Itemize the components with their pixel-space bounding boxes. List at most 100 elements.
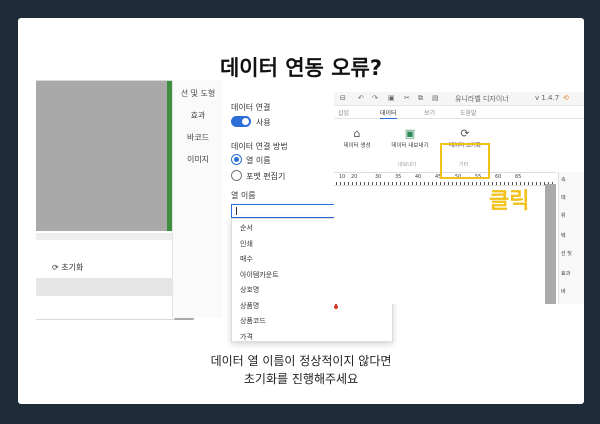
ruler-tick: [484, 182, 485, 185]
create-data-label: 데이터 생성: [343, 143, 371, 149]
undo-icon[interactable]: ↶: [358, 94, 364, 102]
ruler-tick: [428, 182, 429, 185]
ruler-tick-label: 40: [415, 174, 422, 180]
side-label-barcode[interactable]: 바: [561, 288, 566, 295]
save-icon[interactable]: ▣: [388, 94, 395, 102]
ruler-tick: [464, 182, 465, 185]
ruler-tick: [424, 182, 425, 185]
ruler-tick: [540, 182, 541, 185]
tutorial-card: 데이터 연동 오류? 닫기 ⟳ 초기화 선 및 도형 효과 바코드 이미지 데이…: [18, 18, 584, 404]
ruler-tick: [352, 182, 353, 185]
ruler-tick: [536, 182, 537, 185]
tab-shape[interactable]: 선 및 도형: [173, 88, 223, 99]
ruler-tick: [396, 182, 397, 185]
side-label-shape[interactable]: 선 및: [561, 250, 572, 257]
update-icon[interactable]: ⟲: [563, 94, 569, 102]
radio-column-name[interactable]: [231, 154, 242, 165]
page-title: 데이터 연동 오류?: [219, 56, 383, 80]
option-price[interactable]: 가격: [232, 330, 392, 346]
tab-image[interactable]: 이미지: [173, 154, 223, 165]
ruler-tick: [460, 182, 461, 185]
radio-format-editor-label: 포맷 편집기: [246, 172, 286, 181]
cut-icon[interactable]: ✂: [404, 94, 410, 102]
ruler-tick: [468, 182, 469, 185]
ruler-tick: [476, 182, 477, 185]
ruler-tick: [456, 182, 457, 185]
horizontal-scrollbar[interactable]: [36, 233, 176, 240]
side-label-properties[interactable]: 속: [561, 176, 566, 183]
caption-line-1: 데이터 열 이름이 정상적이지 않다면: [210, 354, 392, 368]
ruler-tick: [356, 182, 357, 185]
ruler-tick: [408, 182, 409, 185]
property-sidebar: 속 데 위 텍 선 및 효과 바: [558, 172, 584, 304]
tab-barcode[interactable]: 바코드: [173, 132, 223, 143]
tab-help[interactable]: 도움말: [460, 108, 477, 117]
ruler-tick-label: 10: [339, 174, 346, 180]
radio-column-name-label: 열 이름: [246, 156, 271, 165]
tab-view[interactable]: 보기: [424, 108, 435, 117]
ruler-tick: [480, 182, 481, 185]
ruler-tick: [452, 182, 453, 185]
status-bar: [36, 278, 176, 296]
ruler-tick: [360, 182, 361, 185]
menu-icon[interactable]: ⊟: [340, 94, 346, 102]
ruler-tick: [368, 182, 369, 185]
ruler-tick: [380, 182, 381, 185]
ribbon-tabs: 삽입 데이터 보기 도움말: [334, 106, 584, 120]
reset-label: 초기화: [61, 263, 84, 272]
data-link-title: 데이터 연결: [231, 103, 271, 112]
group-export: 내보내기: [398, 162, 417, 168]
create-data-button[interactable]: ⌂ 데이터 생성: [334, 127, 380, 149]
ruler-tick: [384, 182, 385, 185]
refresh-icon: ⟳: [460, 127, 470, 140]
export-data-button[interactable]: ▣ 데이터 내보내기: [384, 127, 436, 149]
tab-insert[interactable]: 삽입: [338, 108, 349, 117]
home-icon: ⌂: [353, 127, 361, 140]
ruler-tick-label: 65: [515, 174, 522, 180]
ruler-tick: [448, 182, 449, 185]
paste-icon[interactable]: ▤: [432, 94, 439, 102]
property-tabs: 선 및 도형 효과 바코드 이미지: [172, 80, 223, 318]
ruler-tick: [436, 182, 437, 185]
export-icon: ▣: [404, 127, 416, 140]
ruler-tick: [340, 182, 341, 185]
ruler-tick: [336, 182, 337, 185]
ruler-tick: [532, 182, 533, 185]
refresh-icon: ⟳: [52, 263, 59, 272]
option-product-code[interactable]: 상품코드: [232, 314, 392, 330]
tab-effect[interactable]: 효과: [173, 110, 223, 121]
ruler-tick: [404, 182, 405, 185]
radio-format-editor[interactable]: [231, 170, 242, 181]
ruler-tick: [472, 182, 473, 185]
ruler-tick: [392, 182, 393, 185]
ruler-tick: [400, 182, 401, 185]
right-screenshot: ⊟ ↶ ↷ ▣ ✂ ⧉ ▤ 유니라벨 디자이너 v 1.4.7 ⟲ 삽입 데이터…: [334, 92, 584, 304]
side-label-text[interactable]: 텍: [561, 232, 566, 239]
ruler-tick: [416, 182, 417, 185]
ruler-tick: [364, 182, 365, 185]
title-toolbar: ⊟ ↶ ↷ ▣ ✂ ⧉ ▤ 유니라벨 디자이너 v 1.4.7 ⟲: [334, 92, 584, 106]
ruler-tick: [372, 182, 373, 185]
highlight-box: [440, 143, 490, 179]
redo-icon[interactable]: ↷: [372, 94, 378, 102]
app-title: 유니라벨 디자이너: [455, 95, 509, 103]
ruler-tick: [440, 182, 441, 185]
ruler-tick: [388, 182, 389, 185]
column-name-label: 열 이름: [231, 191, 256, 200]
side-label-position[interactable]: 위: [561, 212, 566, 219]
guide-handle[interactable]: [334, 305, 338, 309]
side-label-effect[interactable]: 효과: [561, 270, 570, 277]
ruler-tick-label: 60: [495, 174, 502, 180]
click-callout: 클릭: [489, 189, 530, 214]
side-label-data[interactable]: 데: [561, 194, 566, 201]
export-data-label: 데이터 내보내기: [391, 143, 429, 149]
data-link-toggle[interactable]: [231, 116, 251, 127]
ruler-tick: [444, 182, 445, 185]
method-title: 데이터 연결 방법: [231, 142, 288, 151]
copy-icon[interactable]: ⧉: [418, 94, 423, 103]
text-caret: [236, 207, 237, 215]
ruler-tick-label: 35: [395, 174, 402, 180]
canvas-area: [36, 81, 167, 231]
reset-button[interactable]: ⟳ 초기화: [52, 262, 83, 273]
ruler-tick: [348, 182, 349, 185]
